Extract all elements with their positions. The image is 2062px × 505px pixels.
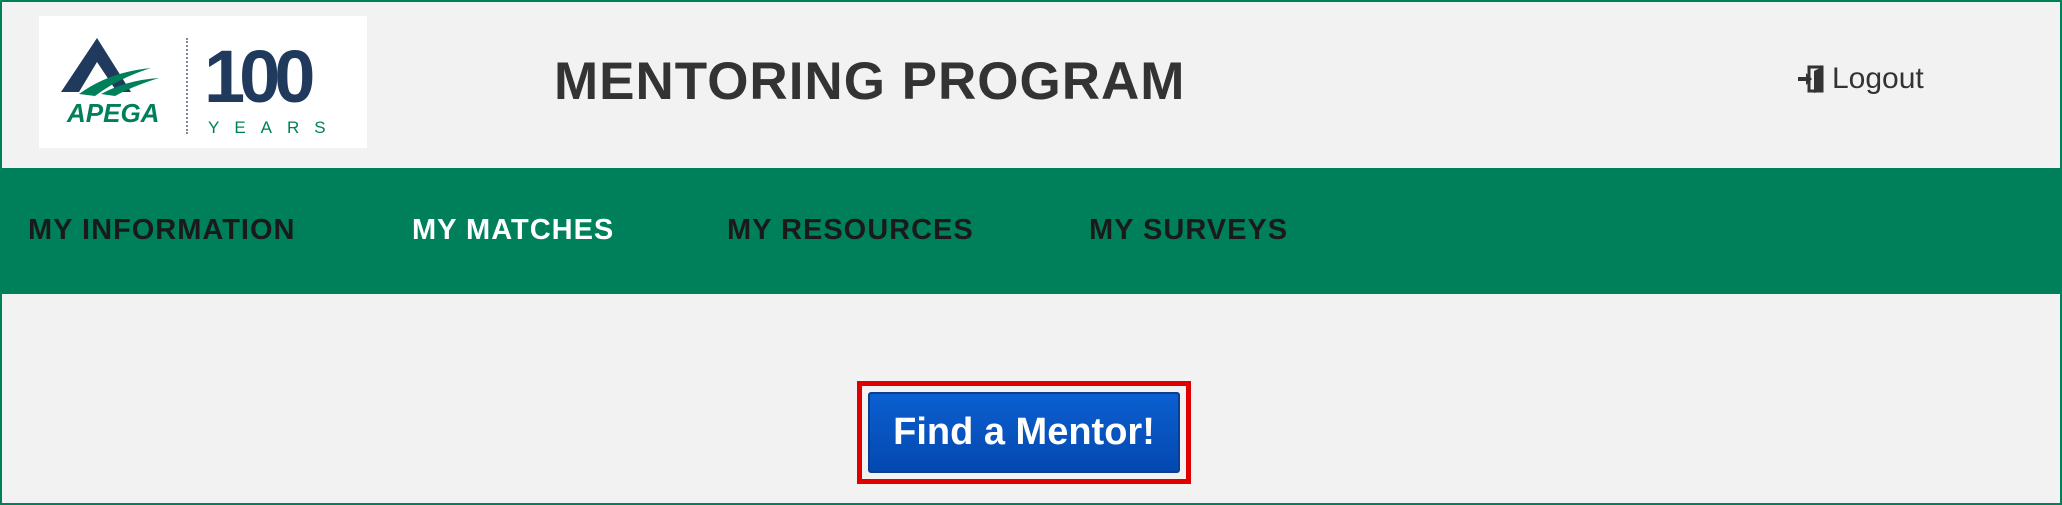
page-frame: APEGA 100 YEARS MENTORING PROGRAM Logout… — [0, 0, 2062, 505]
find-a-mentor-button[interactable]: Find a Mentor! — [868, 392, 1180, 473]
cta-highlight-outline: Find a Mentor! — [857, 381, 1191, 484]
header: APEGA 100 YEARS MENTORING PROGRAM Logout — [2, 2, 2060, 168]
logout-link[interactable]: Logout — [1796, 62, 1924, 96]
logo-brand-text: APEGA — [67, 98, 160, 128]
logo-anniversary-word: YEARS — [208, 118, 341, 137]
nav-item-my-information[interactable]: MY INFORMATION — [28, 212, 295, 248]
nav-item-my-surveys[interactable]: MY SURVEYS — [1089, 212, 1288, 248]
logo-divider — [186, 38, 188, 134]
main-nav: MY INFORMATION MY MATCHES MY RESOURCES M… — [2, 168, 2060, 294]
apega-100-years-logo[interactable]: APEGA 100 YEARS — [39, 16, 367, 148]
main-content: Find a Mentor! — [2, 294, 2060, 503]
logout-label: Logout — [1832, 62, 1924, 95]
sign-out-icon — [1798, 65, 1824, 93]
nav-item-my-matches[interactable]: MY MATCHES — [412, 212, 614, 248]
nav-item-my-resources[interactable]: MY RESOURCES — [727, 212, 974, 248]
logo-anniversary-number: 100 — [204, 35, 315, 118]
page-title: MENTORING PROGRAM — [554, 52, 1186, 111]
